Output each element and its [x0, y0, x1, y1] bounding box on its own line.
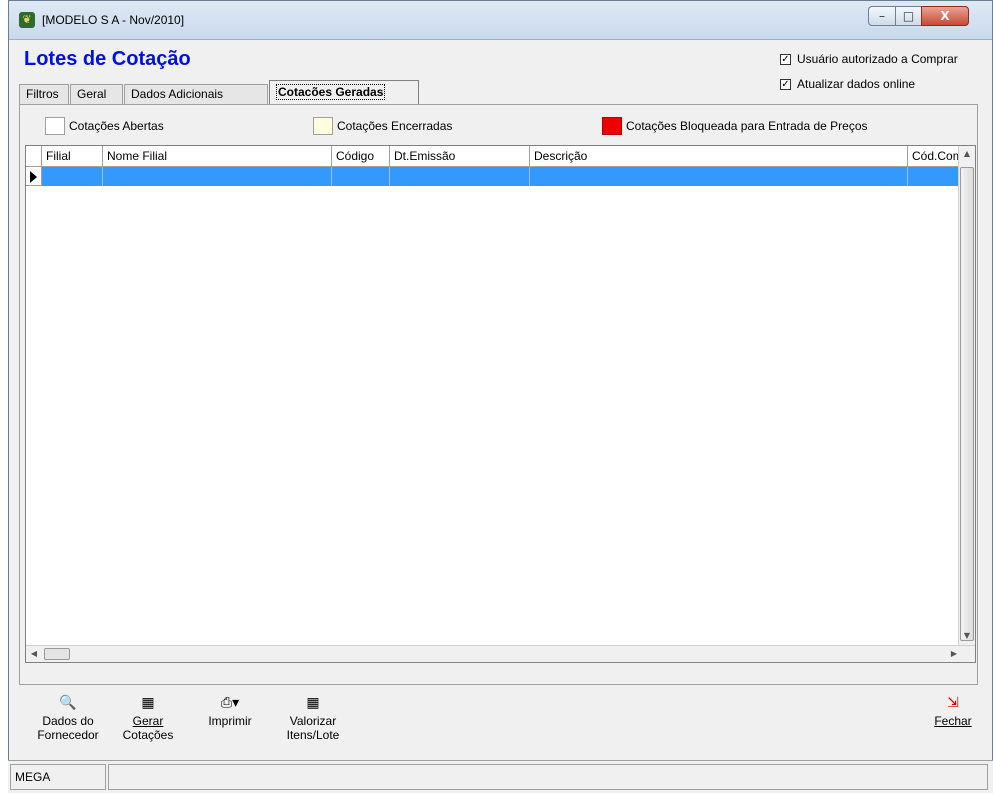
app-logo-icon[interactable]: ❦ [19, 12, 35, 28]
printer-icon: ⎙▾ [220, 695, 240, 711]
button-label: Fechar [934, 714, 972, 728]
tab-filtros[interactable]: Filtros [19, 84, 69, 104]
tab-dados-adicionais[interactable]: Dados Adicionais [124, 84, 268, 104]
table-cell[interactable] [42, 167, 103, 186]
supplier-search-icon: 🔍 [59, 695, 77, 711]
legend-label: Cotações Abertas [69, 119, 164, 133]
column-header-codigo[interactable]: Código [332, 146, 390, 167]
current-row-indicator-icon [26, 167, 42, 186]
button-label: Cotações [122, 728, 174, 742]
horizontal-scrollbar[interactable]: ◀ ▶ [26, 645, 975, 662]
column-header-filial[interactable]: Filial [42, 146, 103, 167]
button-label: Imprimir [208, 714, 252, 728]
scroll-down-arrow-icon[interactable]: ▼ [959, 631, 975, 640]
legend-open: Cotações Abertas [45, 117, 164, 135]
status-bar: MEGA [8, 760, 993, 793]
scroll-up-arrow-icon[interactable]: ▲ [959, 149, 975, 158]
legend-swatch-cream [313, 117, 333, 135]
tab-geral[interactable]: Geral [70, 84, 123, 104]
button-label: Gerar [132, 714, 164, 728]
column-header-nome-filial[interactable]: Nome Filial [103, 146, 332, 167]
button-label: Fornecedor [37, 728, 99, 742]
column-header-descricao[interactable]: Descrição [530, 146, 908, 167]
checkbox-label: Atualizar dados online [797, 77, 916, 91]
maximize-button[interactable]: □ [895, 6, 922, 26]
horizontal-scroll-thumb[interactable] [44, 648, 70, 660]
page-title: Lotes de Cotação [24, 48, 191, 70]
supplier-data-button[interactable]: 🔍 Dados do Fornecedor [32, 694, 104, 742]
legend-closed: Cotações Encerradas [313, 117, 452, 135]
tab-label: Cotacões Geradas [276, 84, 386, 100]
generate-quotes-button[interactable]: ▦ Gerar Cotações [118, 694, 178, 742]
legend-swatch-red [602, 117, 622, 135]
window-title: [MODELO S A - Nov/2010] [42, 13, 185, 27]
table-cell[interactable] [103, 167, 332, 186]
title-bar: ❦ [MODELO S A - Nov/2010] – □ X [9, 1, 992, 40]
table-cell[interactable] [390, 167, 530, 186]
checkbox-check-icon[interactable]: ✓ [780, 78, 791, 90]
scroll-right-arrow-icon[interactable]: ▶ [949, 649, 959, 658]
legend-label: Cotações Encerradas [337, 119, 453, 133]
exit-door-icon: ⇲ [947, 695, 959, 711]
legend-swatch-white [45, 117, 65, 135]
quotation-grid[interactable]: Filial Nome Filial Código Dt.Emissão Des… [25, 145, 976, 663]
table-row[interactable] [26, 167, 964, 186]
vertical-scroll-thumb[interactable] [960, 167, 974, 641]
checkbox-label: Usuário autorizado a Comprar [797, 52, 958, 66]
calculator-icon: ▦ [141, 695, 155, 711]
grid-corner [26, 146, 42, 167]
update-online-checkbox[interactable]: ✓ Atualizar dados online [780, 77, 915, 91]
vertical-scrollbar[interactable]: ▲ ▼ [958, 146, 975, 646]
column-header-cod-com[interactable]: Cód.Com [908, 146, 960, 167]
scroll-left-arrow-icon[interactable]: ◀ [29, 649, 39, 658]
status-text: MEGA [10, 764, 106, 790]
table-cell[interactable] [332, 167, 390, 186]
authorized-buyer-checkbox[interactable]: ✓ Usuário autorizado a Comprar [780, 52, 958, 66]
value-items-button[interactable]: ▦ Valorizar Itens/Lote [278, 694, 348, 742]
tab-cotacoes-geradas[interactable]: Cotacões Geradas [269, 80, 419, 104]
button-label: Itens/Lote [286, 728, 340, 742]
column-header-dt-emissao[interactable]: Dt.Emissão [390, 146, 530, 167]
table-cell[interactable] [530, 167, 908, 186]
checkbox-check-icon[interactable]: ✓ [780, 53, 791, 65]
button-label: Dados do [42, 714, 94, 728]
legend-label: Cotações Bloqueada para Entrada de Preço… [626, 119, 868, 133]
table-cell[interactable] [908, 167, 960, 186]
minimize-button[interactable]: – [868, 6, 896, 26]
status-panel [108, 764, 988, 790]
close-window-button[interactable]: X [921, 6, 969, 26]
close-button[interactable]: ⇲ Fechar [928, 694, 978, 728]
calculator-icon: ▦ [306, 695, 320, 711]
print-button[interactable]: ⎙▾ Imprimir [200, 694, 260, 728]
button-label: Valorizar [289, 714, 337, 728]
legend-blocked: Cotações Bloqueada para Entrada de Preço… [602, 117, 868, 135]
